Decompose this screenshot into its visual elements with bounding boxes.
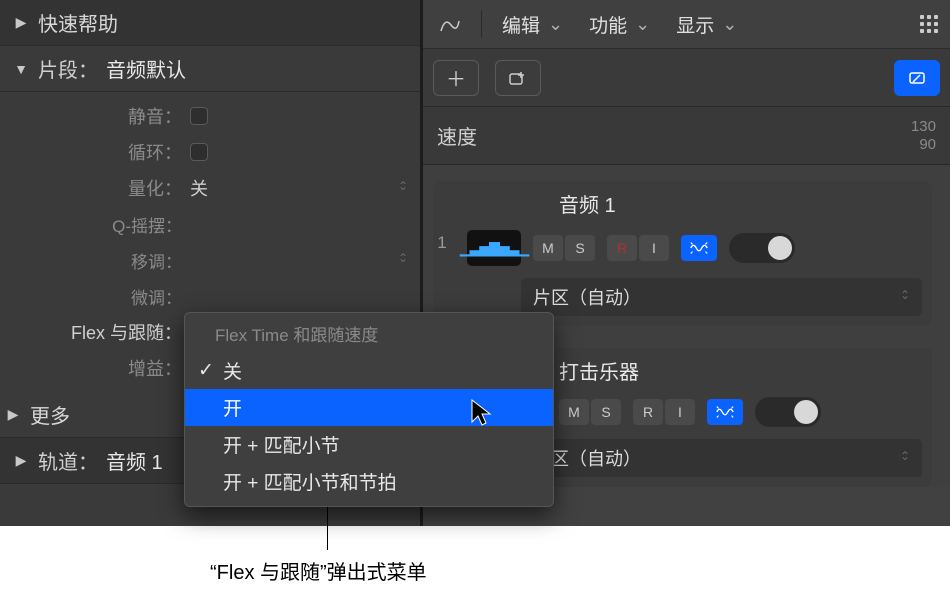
region-header-label: 片段： [38, 54, 98, 83]
check-icon [197, 359, 215, 382]
track-toggle[interactable] [729, 233, 795, 263]
loop-checkbox[interactable] [190, 143, 208, 161]
flex-button[interactable] [681, 235, 717, 261]
popup-item-on[interactable]: 开 [185, 389, 553, 426]
popup-item-on-bars[interactable]: 开 + 匹配小节 [185, 426, 553, 463]
region-header-value: 音频默认 [106, 54, 186, 83]
dropdown-caret-icon [398, 252, 408, 268]
region-mode-select[interactable]: 片区（自动） [521, 439, 922, 477]
mute-checkbox[interactable] [190, 107, 208, 125]
region-header[interactable]: 片段： 音频默认 [0, 46, 420, 92]
transpose-value[interactable] [190, 252, 420, 268]
flex-button[interactable] [707, 399, 743, 425]
tempo-label: 速度 [437, 121, 911, 150]
view-menu-label: 显示 [676, 11, 714, 38]
solo-button[interactable]: S [565, 235, 595, 261]
edit-menu[interactable]: 编辑 [496, 7, 569, 42]
mute-button[interactable]: M [533, 235, 563, 261]
solo-button[interactable]: S [591, 399, 621, 425]
mute-solo-group: M S [533, 235, 595, 261]
mute-solo-group: M S [559, 399, 621, 425]
track-header-value: 音频 1 [106, 446, 163, 475]
tempo-max: 130 [911, 118, 936, 136]
catch-playhead-button[interactable] [894, 60, 940, 96]
dropdown-caret-icon [900, 450, 910, 466]
finetune-label: 微调： [0, 284, 190, 309]
caption-area [0, 526, 950, 604]
record-input-group: R I [607, 235, 669, 261]
record-input-group: R I [633, 399, 695, 425]
disclosure-triangle-icon[interactable] [12, 61, 30, 77]
view-menu[interactable]: 显示 [670, 7, 743, 42]
more-label: 更多 [30, 400, 70, 429]
popup-title: Flex Time 和跟随速度 [185, 315, 553, 352]
record-enable-button[interactable]: R [633, 399, 663, 425]
dropdown-caret-icon [398, 180, 408, 196]
qswing-label: Q-摇摆： [0, 212, 190, 237]
track-header-label: 轨道： [38, 446, 98, 475]
track-icon[interactable]: ▁▃▅▇▅▃▁ [467, 230, 521, 266]
quantize-value-text: 关 [190, 175, 208, 201]
duplicate-track-button[interactable] [495, 60, 541, 96]
dropdown-caret-icon [900, 289, 910, 305]
tempo-values: 130 90 [911, 118, 936, 154]
popup-item-on-bars-beats[interactable]: 开 + 匹配小节和节拍 [185, 463, 553, 500]
tool-curve-button[interactable] [433, 11, 467, 37]
track-name[interactable]: 打击乐器 [559, 356, 639, 385]
input-monitor-button[interactable]: I [665, 399, 695, 425]
record-enable-button[interactable]: R [607, 235, 637, 261]
quick-help-label: 快速帮助 [38, 8, 118, 37]
track-name[interactable]: 音频 1 [559, 189, 616, 218]
flexfollow-label: Flex 与跟随： [0, 319, 190, 345]
quick-help-header[interactable]: 快速帮助 [0, 0, 420, 46]
disclosure-triangle-icon[interactable] [12, 14, 30, 31]
flex-follow-popup[interactable]: Flex Time 和跟随速度 关 开 开 + 匹配小节 开 + 匹配小节和节拍 [184, 312, 554, 507]
popup-item-label: 关 [223, 357, 242, 384]
input-monitor-button[interactable]: I [639, 235, 669, 261]
track-row[interactable]: 1 音频 1 ▁▃▅▇▅▃▁ M S R I [433, 181, 932, 326]
grid-menu-icon[interactable] [920, 4, 940, 44]
waveform-icon: ▁▃▅▇▅▃▁ [460, 240, 528, 257]
track-toggle[interactable] [755, 397, 821, 427]
region-mode-label: 片区（自动） [533, 284, 641, 310]
callout-text: “Flex 与跟随”弹出式菜单 [210, 556, 427, 585]
mute-label: 静音： [0, 103, 190, 129]
popup-item-label: 开 [223, 394, 242, 421]
quantize-value[interactable]: 关 [190, 175, 420, 201]
region-mode-select[interactable]: 片区（自动） [521, 278, 922, 316]
loop-label: 循环： [0, 139, 190, 165]
toolbar-secondary: ＋ [423, 49, 950, 107]
tempo-min: 90 [911, 136, 936, 154]
popup-item-off[interactable]: 关 [185, 352, 553, 389]
edit-menu-label: 编辑 [502, 11, 540, 38]
tempo-row[interactable]: 速度 130 90 [423, 107, 950, 165]
toolbar: 编辑 功能 显示 [423, 0, 950, 49]
functions-menu[interactable]: 功能 [583, 7, 656, 42]
add-track-button[interactable]: ＋ [433, 60, 479, 96]
popup-item-label: 开 + 匹配小节 [223, 431, 340, 458]
mute-button[interactable]: M [559, 399, 589, 425]
quantize-label: 量化： [0, 175, 190, 201]
disclosure-triangle-icon[interactable] [12, 452, 30, 469]
transpose-label: 移调： [0, 248, 190, 273]
popup-item-label: 开 + 匹配小节和节拍 [223, 468, 397, 495]
gain-label: 增益： [0, 355, 190, 381]
track-number: 1 [431, 233, 453, 253]
disclosure-triangle-icon[interactable] [4, 406, 22, 423]
functions-menu-label: 功能 [589, 11, 627, 38]
